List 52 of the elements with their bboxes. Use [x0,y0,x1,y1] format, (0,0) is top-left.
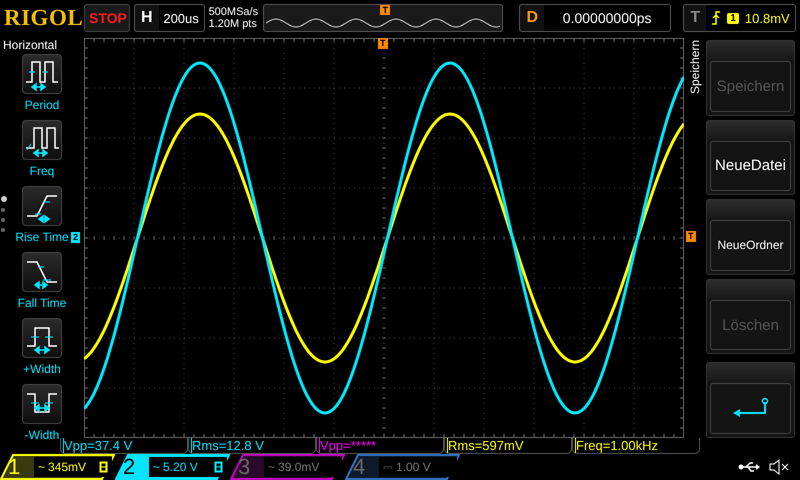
trigger-display[interactable]: T 1 10.8mV [683,4,796,32]
menu-title: Speichern [688,40,703,96]
page-dot[interactable] [1,218,5,222]
measure-menu-item[interactable]: +Width [22,318,62,383]
measurement-readout: Freq=1.00kHz [575,438,658,453]
channel-tab[interactable]: 3 ~ 39.0mV [230,454,345,480]
sample-rate: 500MSa/s [208,6,260,18]
timebase-display[interactable]: H 200us [134,4,205,32]
measure-icon-button[interactable] [22,54,62,94]
measure-menu-item[interactable]: Fall Time [18,252,66,317]
softkey-button[interactable]: NeueDatei [706,120,795,196]
channel-tab[interactable]: 1 ~ 345mV [0,454,115,480]
coupling-symbol: ⎓ [383,460,393,474]
measure-icon-button[interactable] [22,318,62,358]
trigger-position-marker: T [380,5,390,15]
measurement-readout: Vpp=37.4 V [63,438,132,453]
measurement-readout: Vpp=***** [319,438,376,453]
trigger-level-marker: T [686,231,696,242]
measure-icon-button[interactable] [22,120,62,160]
brand-logo: RIGOL [4,5,80,31]
softkey-button[interactable]: NeueOrdner [706,199,795,275]
measure-icon-button[interactable] [22,186,62,226]
coupling-symbol: ~ [153,460,160,474]
page-dot[interactable] [1,208,5,212]
measure-icon-button[interactable] [22,252,62,292]
vertical-scale: 5.20 V [163,460,199,474]
measurement-readout: Rms=12.8 V [191,438,264,453]
rising-edge-icon [711,11,722,25]
page-dot[interactable] [1,196,7,202]
trigger-position-marker: T [378,38,388,49]
coupling-symbol: ~ [268,460,276,474]
channel-tab[interactable]: 4 ⎓ 1.00 V [345,454,460,480]
trigger-level: 10.8mV [744,10,790,26]
measurement-readout: Rms=597mV [447,438,524,453]
measure-icon-button[interactable] [22,384,62,424]
menu-title: Horizontal [2,37,58,54]
channel-offset-marker: 2 [71,232,80,243]
vertical-scale: 39.0mV [278,460,320,474]
memory-depth: 1.20M pts [208,18,258,30]
channel-tab[interactable]: 2 ~ 5.20 V [115,454,230,480]
vertical-scale: 1.00 V [396,460,432,474]
coupling-symbol: ~ [38,460,46,474]
measure-menu-item[interactable]: -Width [22,384,62,449]
run-stop-status[interactable]: STOP [84,4,130,32]
measure-menu-item[interactable]: Rise Time [15,186,69,251]
overview-wave-icon [266,18,500,28]
measure-menu-item[interactable]: Freq [22,120,62,185]
vertical-scale: 345mV [48,460,88,474]
trigger-source: 1 [727,12,739,24]
delay-display[interactable]: D 0.00000000ps [519,4,672,32]
measure-menu-item[interactable]: Period [22,54,62,119]
page-dot[interactable] [1,228,5,232]
